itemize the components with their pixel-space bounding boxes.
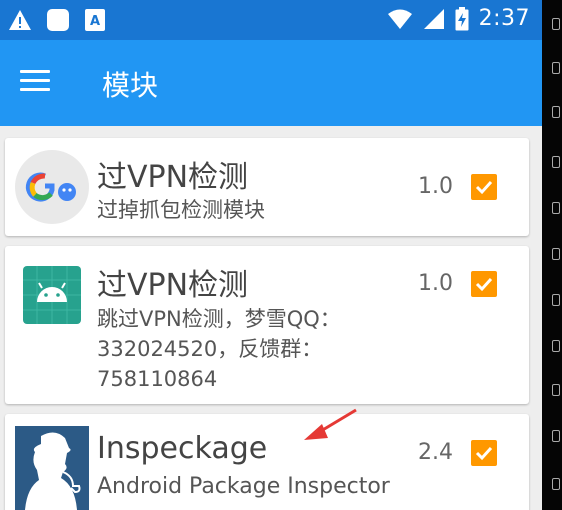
module-enable-checkbox[interactable] <box>471 440 497 466</box>
toolbar-icon[interactable] <box>552 478 560 490</box>
module-card[interactable]: 过VPN检测 过掉抓包检测模块 1.0 <box>5 138 529 236</box>
module-description-line: 758110864 <box>97 367 218 391</box>
module-enable-checkbox[interactable] <box>471 271 497 297</box>
notification-square-icon <box>47 9 69 31</box>
toolbar-icon[interactable] <box>552 62 560 74</box>
sherlock-icon <box>15 426 89 510</box>
wifi-icon <box>387 9 412 29</box>
module-description-line: 跳过VPN检测，梦雪QQ： <box>97 307 341 331</box>
module-version: 1.0 <box>418 271 453 296</box>
toolbar-icon[interactable] <box>552 18 560 30</box>
page-title: 模块 <box>102 69 159 102</box>
module-name: 过VPN检测 <box>97 268 249 303</box>
module-description-line: 332024520，反馈群： <box>97 337 323 361</box>
battery-charging-icon <box>455 6 469 30</box>
module-description: Android Package Inspector <box>97 474 390 499</box>
warning-icon <box>9 10 31 30</box>
module-version: 1.0 <box>418 174 453 199</box>
toolbar-icon[interactable] <box>552 340 560 352</box>
android-icon <box>23 266 81 324</box>
module-card[interactable]: Inspeckage Android Package Inspector 2.4 <box>5 414 529 510</box>
app-a-icon: A <box>85 9 105 31</box>
module-card[interactable]: 过VPN检测 跳过VPN检测，梦雪QQ： 332024520，反馈群： 7581… <box>5 246 529 404</box>
toolbar-icon[interactable] <box>552 106 560 118</box>
google-go-icon <box>15 150 89 224</box>
toolbar-icon[interactable] <box>552 248 560 260</box>
phone-screen: A 2:37 模块 过VPN检测 过掉抓包检测模块 1.0 过VPN检测 跳过V… <box>0 0 542 510</box>
module-description: 过掉抓包检测模块 <box>97 198 265 222</box>
checkmark-icon <box>475 180 493 195</box>
toolbar-icon[interactable] <box>552 384 560 396</box>
module-name: Inspeckage <box>97 431 268 466</box>
module-enable-checkbox[interactable] <box>471 174 497 200</box>
toolbar-icon[interactable] <box>552 294 560 306</box>
toolbar-icon[interactable] <box>552 430 560 442</box>
module-version: 2.4 <box>418 440 453 465</box>
status-time: 2:37 <box>478 6 530 31</box>
svg-text:A: A <box>90 14 100 29</box>
status-bar: A 2:37 <box>0 0 542 40</box>
toolbar-icon[interactable] <box>552 156 560 168</box>
side-toolbar <box>542 0 562 510</box>
hamburger-menu-icon[interactable] <box>20 70 50 94</box>
toolbar-icon[interactable] <box>552 202 560 214</box>
app-bar: 模块 <box>0 40 542 126</box>
checkmark-icon <box>475 277 493 292</box>
module-name: 过VPN检测 <box>97 160 249 195</box>
signal-icon <box>423 8 444 29</box>
checkmark-icon <box>475 446 493 461</box>
